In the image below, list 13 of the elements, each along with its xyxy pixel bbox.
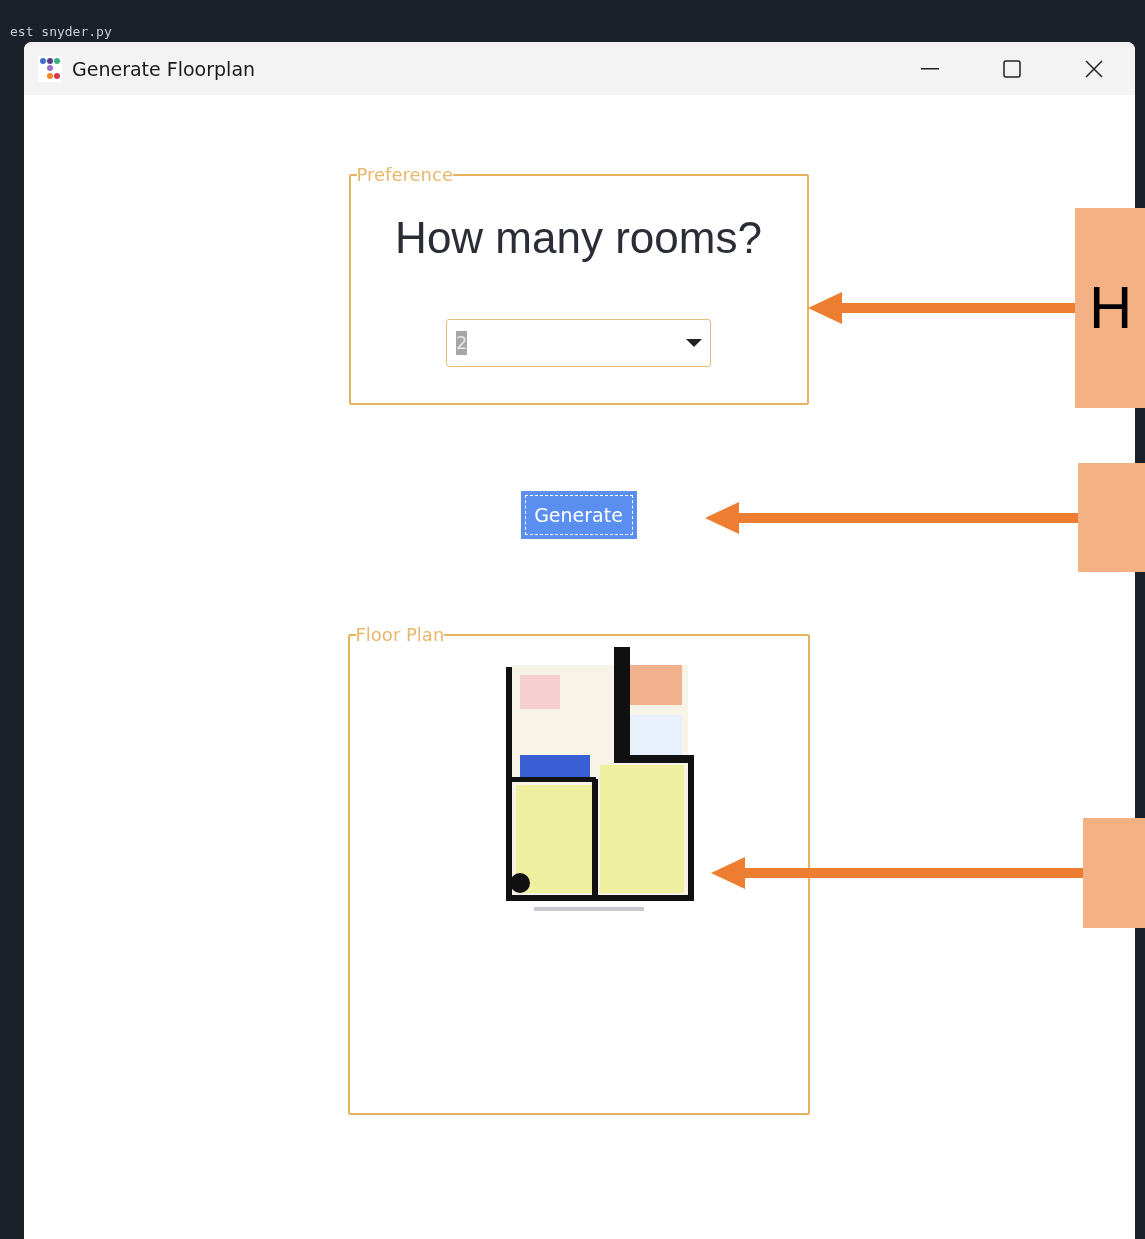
rooms-select[interactable]: 2	[446, 319, 711, 367]
minimize-icon	[921, 67, 939, 70]
group-legend: Floor Plan	[355, 625, 445, 645]
maximize-icon	[1003, 59, 1021, 78]
app-icon	[38, 55, 62, 82]
file-tab[interactable]: est snyder.py	[10, 24, 112, 42]
group-legend: Preference	[356, 165, 453, 185]
callout-text: H	[1089, 278, 1133, 338]
window-title: Generate Floorplan	[72, 57, 257, 80]
caret-icon	[686, 339, 702, 347]
question-label: How many rooms?	[395, 213, 762, 263]
close-icon	[1085, 59, 1103, 78]
generate-button[interactable]: Generate	[520, 491, 637, 539]
